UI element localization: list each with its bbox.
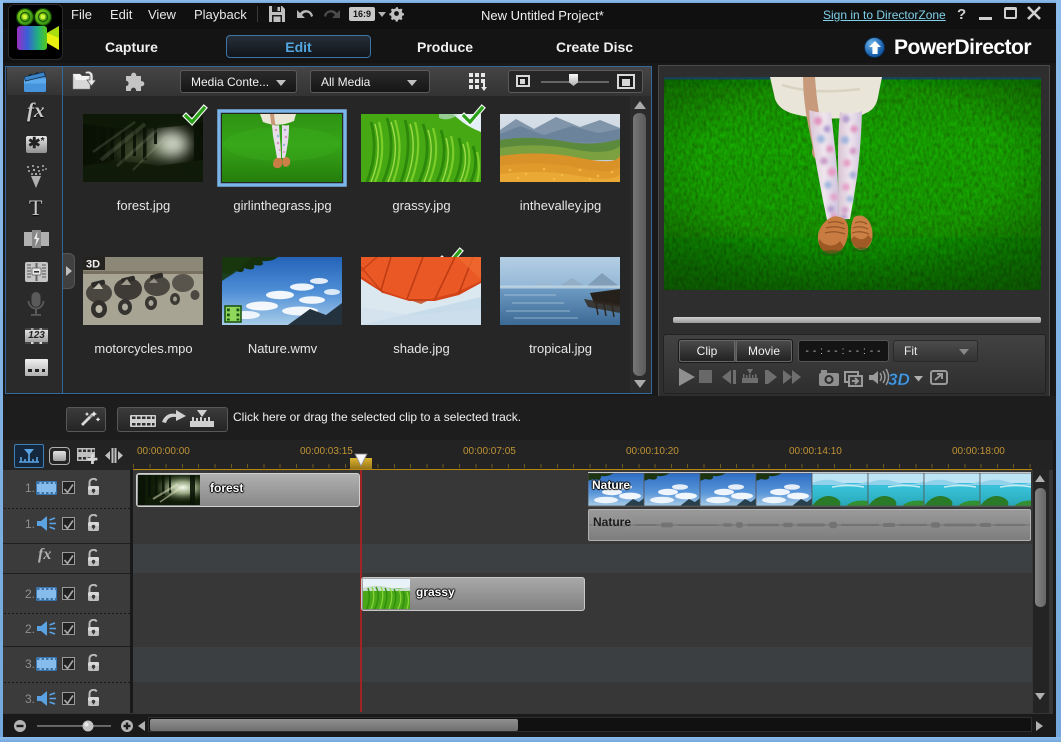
svg-text:3D: 3D <box>888 370 910 389</box>
svg-text:3D: 3D <box>86 259 100 271</box>
